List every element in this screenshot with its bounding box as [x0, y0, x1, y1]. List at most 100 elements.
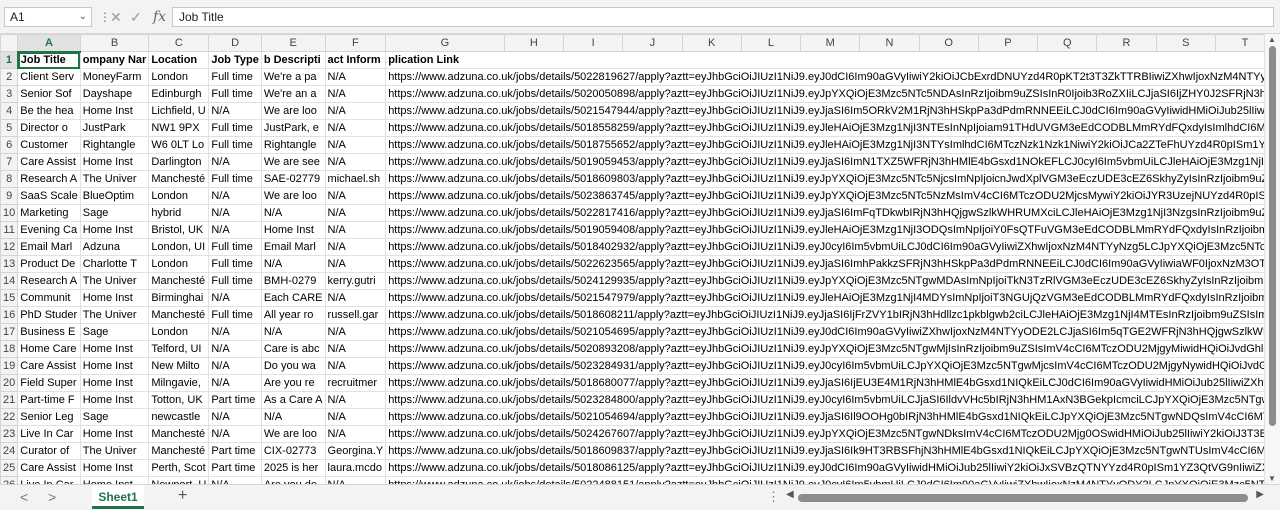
cell[interactable]: Be the hea: [17, 102, 81, 120]
cell[interactable]: https://www.adzuna.co.uk/jobs/details/50…: [385, 238, 1264, 256]
cell[interactable]: Part time: [208, 442, 262, 460]
cell[interactable]: Live In Car: [17, 425, 81, 443]
cell[interactable]: laura.mcdo: [324, 459, 387, 477]
row-header[interactable]: 15: [0, 289, 19, 307]
row-header[interactable]: 9: [0, 187, 19, 205]
cell[interactable]: Home Inst: [79, 476, 150, 484]
cell[interactable]: N/A: [324, 102, 387, 120]
cell[interactable]: Full time: [208, 272, 262, 290]
cell[interactable]: N/A: [324, 221, 387, 239]
next-sheet-button[interactable]: >: [48, 489, 56, 505]
cell[interactable]: Darlington: [148, 153, 210, 171]
cell[interactable]: https://www.adzuna.co.uk/jobs/details/50…: [385, 102, 1264, 120]
cell[interactable]: Director o: [17, 119, 81, 137]
cell[interactable]: Full time: [208, 255, 262, 273]
cell[interactable]: We're an a: [260, 85, 326, 103]
cell[interactable]: N/A: [324, 136, 387, 154]
cell[interactable]: Full time: [208, 68, 262, 86]
cell[interactable]: Part time: [208, 459, 262, 477]
formula-input[interactable]: Job Title: [172, 7, 1274, 27]
cell[interactable]: London: [148, 323, 210, 341]
cell[interactable]: Home Inst: [79, 221, 150, 239]
cell[interactable]: Totton, UK: [148, 391, 210, 409]
cell[interactable]: N/A: [208, 221, 262, 239]
row-header[interactable]: 26: [0, 476, 19, 484]
cell[interactable]: N/A: [208, 340, 262, 358]
cell[interactable]: Manchesté: [148, 425, 210, 443]
cell[interactable]: JustPark, e: [260, 119, 326, 137]
cell[interactable]: Full time: [208, 170, 262, 188]
vertical-scrollbar[interactable]: ▲ ▼: [1264, 34, 1280, 484]
column-header-e[interactable]: E: [260, 34, 326, 52]
row-header[interactable]: 5: [0, 119, 19, 137]
row-header[interactable]: 2: [0, 68, 19, 86]
row-header[interactable]: 17: [0, 323, 19, 341]
cell[interactable]: N/A: [324, 289, 387, 307]
cell[interactable]: N/A: [324, 204, 387, 222]
cell[interactable]: Research A: [17, 170, 81, 188]
column-header-b[interactable]: B: [79, 34, 150, 52]
cell[interactable]: N/A: [324, 153, 387, 171]
row-header[interactable]: 18: [0, 340, 19, 358]
column-header-c[interactable]: C: [148, 34, 210, 52]
row-header[interactable]: 16: [0, 306, 19, 324]
cell[interactable]: NW1 9PX: [148, 119, 210, 137]
add-sheet-button[interactable]: +: [178, 487, 187, 505]
cell[interactable]: Full time: [208, 136, 262, 154]
cell[interactable]: Live In Car: [17, 476, 81, 484]
cell[interactable]: Sage: [79, 408, 150, 426]
cell[interactable]: https://www.adzuna.co.uk/jobs/details/50…: [385, 170, 1264, 188]
cell[interactable]: Research A: [17, 272, 81, 290]
cell[interactable]: N/A: [208, 289, 262, 307]
cell[interactable]: Home Inst: [79, 289, 150, 307]
cell[interactable]: https://www.adzuna.co.uk/jobs/details/50…: [385, 425, 1264, 443]
cell[interactable]: https://www.adzuna.co.uk/jobs/details/50…: [385, 374, 1264, 392]
scroll-down-icon[interactable]: ▼: [1268, 474, 1276, 483]
cell[interactable]: N/A: [324, 85, 387, 103]
column-header-r[interactable]: R: [1096, 34, 1157, 52]
row-header[interactable]: 6: [0, 136, 19, 154]
cell[interactable]: https://www.adzuna.co.uk/jobs/details/50…: [385, 323, 1264, 341]
cell[interactable]: plication Link: [385, 51, 1264, 69]
cell[interactable]: N/A: [324, 357, 387, 375]
column-header-j[interactable]: J: [622, 34, 683, 52]
row-header[interactable]: 4: [0, 102, 19, 120]
row-header[interactable]: 11: [0, 221, 19, 239]
cell[interactable]: Home Inst: [79, 357, 150, 375]
cell[interactable]: N/A: [208, 153, 262, 171]
cell[interactable]: N/A: [208, 374, 262, 392]
cell[interactable]: https://www.adzuna.co.uk/jobs/details/50…: [385, 68, 1264, 86]
scroll-right-icon[interactable]: ▶: [1256, 489, 1264, 500]
cell[interactable]: Email Marl: [17, 238, 81, 256]
cell[interactable]: The Univer: [79, 306, 150, 324]
row-header[interactable]: 23: [0, 425, 19, 443]
cell[interactable]: N/A: [324, 408, 387, 426]
cell[interactable]: https://www.adzuna.co.uk/jobs/details/50…: [385, 255, 1264, 273]
cell[interactable]: Part-time F: [17, 391, 81, 409]
cell[interactable]: Edinburgh: [148, 85, 210, 103]
row-header[interactable]: 14: [0, 272, 19, 290]
cell[interactable]: London: [148, 255, 210, 273]
cell[interactable]: N/A: [324, 68, 387, 86]
cell[interactable]: As a Care A: [260, 391, 326, 409]
cell[interactable]: Care Assist: [17, 357, 81, 375]
cell[interactable]: hybrid: [148, 204, 210, 222]
column-header-l[interactable]: L: [740, 34, 802, 52]
cell[interactable]: Newport, U: [148, 476, 210, 484]
cell[interactable]: https://www.adzuna.co.uk/jobs/details/50…: [385, 408, 1264, 426]
cell[interactable]: Email Marl: [260, 238, 326, 256]
column-header-s[interactable]: S: [1155, 34, 1216, 52]
cell[interactable]: Sage: [79, 323, 150, 341]
cell[interactable]: Senior Leg: [17, 408, 81, 426]
row-header[interactable]: 21: [0, 391, 19, 409]
check-icon[interactable]: ✓: [130, 7, 142, 27]
cell[interactable]: SAE-02779: [260, 170, 326, 188]
cell[interactable]: Sage: [79, 204, 150, 222]
cell[interactable]: JustPark: [79, 119, 150, 137]
cell[interactable]: N/A: [324, 255, 387, 273]
column-header-a[interactable]: A: [17, 34, 81, 53]
sheet-tab-sheet1[interactable]: Sheet1: [92, 485, 144, 509]
cell[interactable]: CIX-02773: [260, 442, 326, 460]
row-header[interactable]: 24: [0, 442, 19, 460]
row-header[interactable]: 13: [0, 255, 19, 273]
